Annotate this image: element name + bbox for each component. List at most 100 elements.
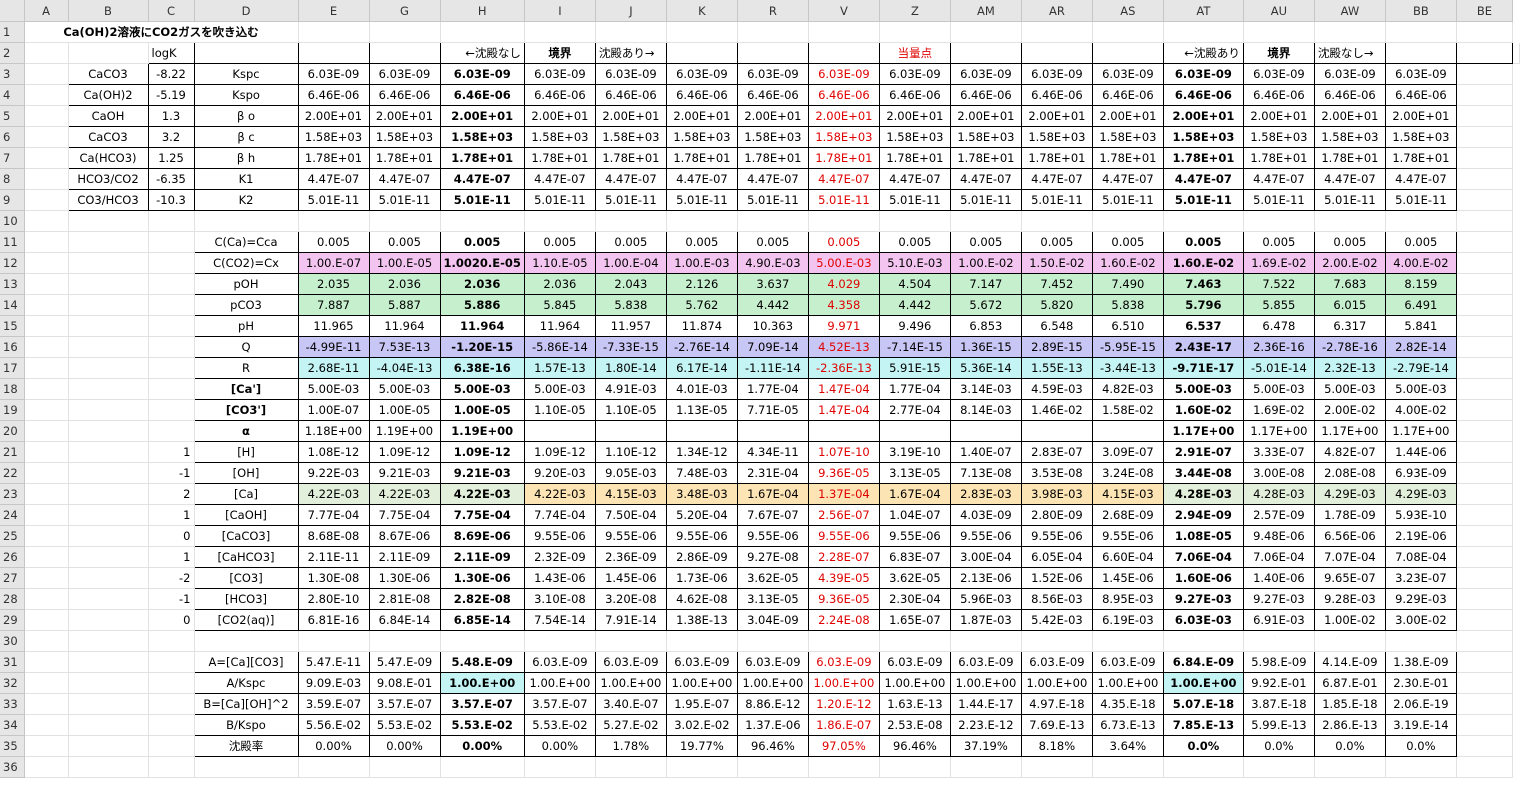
cell[interactable] [24,756,69,778]
value-cell[interactable]: 3.13E-05 [736,588,809,610]
row-header[interactable]: 32 [0,672,25,694]
value-cell[interactable]: 5.00E-03 [368,378,441,400]
cell[interactable] [1456,357,1513,379]
charge-cell[interactable]: 0 [148,525,195,547]
constant-value[interactable]: 4.47E-07 [297,168,370,190]
value-cell[interactable]: 6.03.E-09 [949,651,1022,673]
value-cell[interactable]: 6.38E-16 [439,357,525,379]
cell[interactable] [1456,399,1513,421]
cell[interactable] [1021,210,1093,232]
value-cell[interactable]: 0.005 [439,231,525,253]
charge-cell[interactable] [148,336,195,358]
cell[interactable] [666,630,738,652]
constant-value[interactable]: 6.03E-09 [1020,63,1093,85]
cell[interactable] [148,756,195,778]
constant-value[interactable]: 6.03E-09 [594,63,667,85]
cell[interactable] [1243,756,1315,778]
value-cell[interactable]: 2.28E-07 [807,546,880,568]
cell[interactable] [949,42,1022,64]
constant-value[interactable]: 6.03E-09 [297,63,370,85]
cell[interactable] [1456,546,1513,568]
value-cell[interactable]: 4.03E-09 [949,504,1022,526]
row-header[interactable]: 25 [0,525,25,547]
constant-value[interactable]: 2.00E+01 [594,105,667,127]
value-cell[interactable]: 5.00E-03 [523,378,596,400]
constant-label[interactable]: Kspo [193,84,299,106]
cell[interactable] [68,588,149,610]
value-cell[interactable]: 5.93E-10 [1384,504,1457,526]
cell[interactable] [1512,42,1520,64]
row-header[interactable]: 16 [0,336,25,358]
value-cell[interactable]: 4.90.E-03 [736,252,809,274]
value-cell[interactable]: 3.13E-05 [878,462,951,484]
cell[interactable] [68,399,149,421]
cell[interactable] [1456,609,1513,631]
species-label[interactable]: CaCO3 [67,63,149,85]
value-cell[interactable]: 8.95E-03 [1091,588,1164,610]
value-cell[interactable]: 1.34E-12 [665,441,738,463]
column-header[interactable]: AS [1092,0,1164,22]
value-cell[interactable]: 1.77E-04 [878,378,951,400]
logk-value[interactable]: -10.3 [147,189,195,211]
constant-label[interactable]: β o [193,105,299,127]
value-cell[interactable]: 6.60E-04 [1091,546,1164,568]
value-cell[interactable]: 1.38.E-09 [1384,651,1457,673]
constant-value[interactable]: 6.03E-09 [1091,63,1164,85]
value-cell[interactable]: 1.55E-13 [1020,357,1093,379]
value-cell[interactable]: 1.58E-02 [1091,399,1164,421]
value-cell[interactable]: 1.00E-05 [368,399,441,421]
row-label[interactable]: [H] [193,441,299,463]
value-cell[interactable]: 5.98.E-09 [1242,651,1315,673]
value-cell[interactable]: 2.30.E-01 [1384,672,1457,694]
value-cell[interactable]: 2.83E-03 [949,483,1022,505]
constant-label[interactable]: β h [193,147,299,169]
row-header[interactable]: 4 [0,84,25,106]
row-header[interactable]: 5 [0,105,25,127]
constant-label[interactable]: β c [193,126,299,148]
value-cell[interactable]: 2.11E-09 [368,546,441,568]
value-cell[interactable]: 6.73.E-13 [1091,714,1164,736]
value-cell[interactable]: 1.00E-02 [1313,609,1386,631]
row-header[interactable]: 34 [0,714,25,736]
cell[interactable] [24,588,69,610]
cell[interactable] [68,609,149,631]
value-cell[interactable]: 9.55E-06 [594,525,667,547]
value-cell[interactable]: 1.69E-02 [1242,399,1315,421]
value-cell[interactable]: 2.32E-13 [1313,357,1386,379]
row-header[interactable]: 2 [0,42,25,64]
constant-value[interactable]: 4.47E-07 [368,168,441,190]
value-cell[interactable]: 4.00E-02 [1384,399,1457,421]
value-cell[interactable]: 8.56E-03 [1020,588,1093,610]
value-cell[interactable]: 7.74E-04 [523,504,596,526]
value-cell[interactable]: 1.00.E-05 [368,252,441,274]
charge-cell[interactable]: -1 [148,588,195,610]
value-cell[interactable]: 9.55E-06 [807,525,880,547]
constant-label[interactable]: Kspc [193,63,299,85]
charge-cell[interactable]: 1 [148,546,195,568]
cell[interactable] [24,651,69,673]
cell[interactable] [1385,21,1457,43]
value-cell[interactable]: 1.30E-06 [439,567,525,589]
charge-cell[interactable] [148,399,195,421]
column-header[interactable]: AR [1021,0,1093,22]
value-cell[interactable]: 2.00E-02 [1313,399,1386,421]
value-cell[interactable]: 1.0020.E-05 [439,252,525,274]
cell[interactable] [666,756,738,778]
value-cell[interactable]: 5.47.E-11 [297,651,370,673]
value-cell[interactable]: 5.53.E-02 [439,714,525,736]
cell[interactable] [194,630,299,652]
value-cell[interactable]: 2.036 [439,273,525,295]
row-label[interactable]: R [193,357,299,379]
cell[interactable] [369,21,441,43]
value-cell[interactable]: 1.04E-07 [878,504,951,526]
value-cell[interactable]: 0.0% [1162,735,1244,757]
value-cell[interactable] [807,420,880,442]
constant-value[interactable]: 1.58E+03 [736,126,809,148]
constant-value[interactable]: 1.58E+03 [1162,126,1244,148]
value-cell[interactable]: 2.68E-11 [297,357,370,379]
value-cell[interactable]: 1.77E-04 [736,378,809,400]
value-cell[interactable]: 1.38E-13 [665,609,738,631]
cell[interactable] [1456,105,1513,127]
row-header[interactable]: 31 [0,651,25,673]
value-cell[interactable]: 6.478 [1242,315,1315,337]
